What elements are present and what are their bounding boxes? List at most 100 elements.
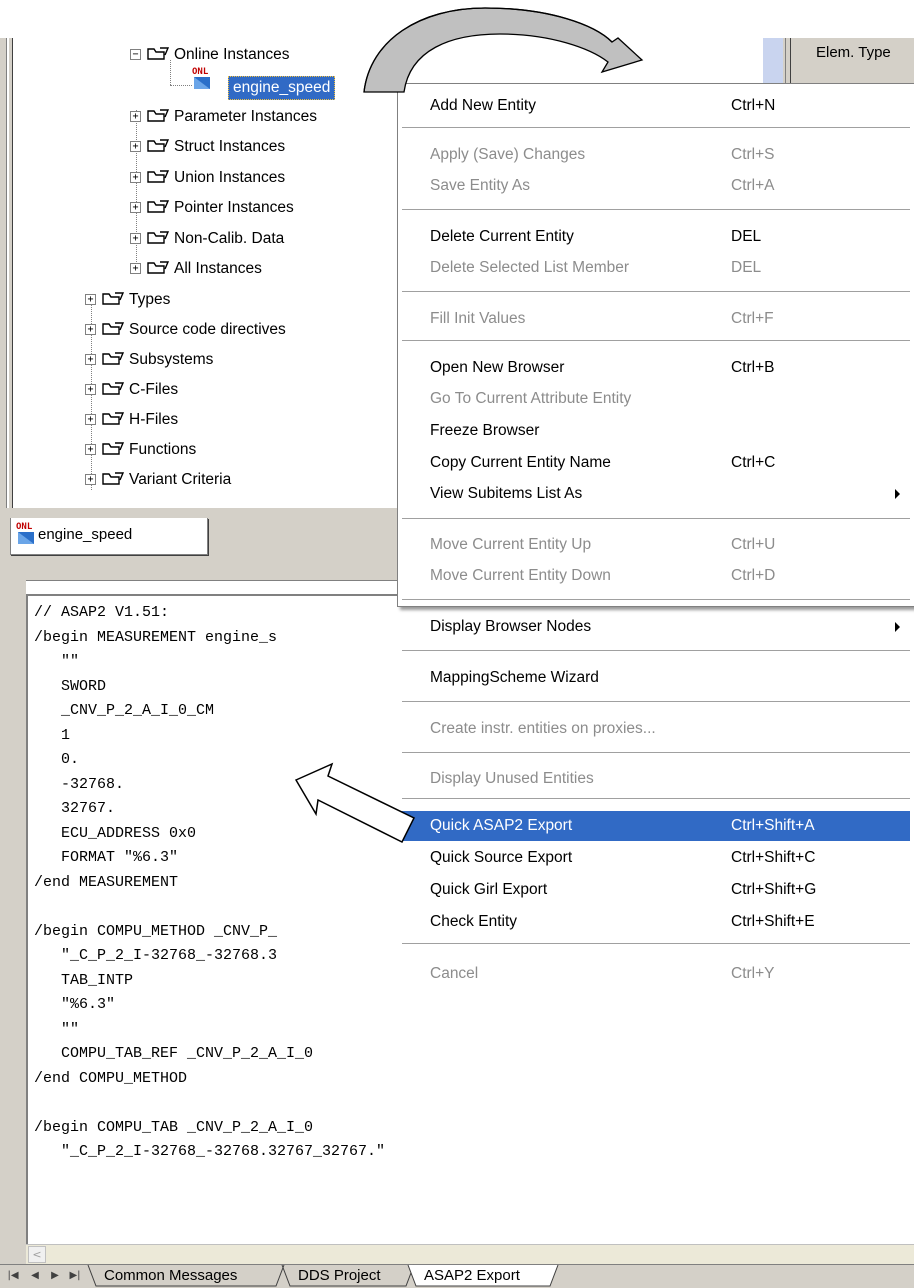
last-tab-icon[interactable]: ▶| — [68, 1268, 82, 1283]
expand-icon[interactable]: + — [85, 414, 96, 425]
tree-node-label: Non-Calib. Data — [174, 230, 285, 247]
class-folder-icon — [102, 382, 125, 395]
menu-item-shortcut: Ctrl+C — [731, 454, 776, 471]
expand-icon[interactable]: + — [130, 233, 141, 244]
menu-separator — [402, 209, 910, 210]
menu-item-shortcut: Ctrl+D — [731, 567, 776, 584]
menu-separator — [402, 650, 910, 651]
class-folder-icon — [147, 261, 170, 274]
code-line: 32767. — [34, 800, 116, 817]
expand-icon[interactable]: + — [130, 111, 141, 122]
menu-item-label: Display Browser Nodes — [430, 618, 592, 635]
expand-icon[interactable]: + — [85, 384, 96, 395]
menu-item-freeze-browser[interactable]: Freeze Browser — [400, 416, 910, 446]
splitter[interactable] — [0, 568, 400, 581]
tab-dds-project[interactable]: DDS Project — [298, 1266, 381, 1285]
menu-item-shortcut: Ctrl+F — [731, 310, 774, 327]
tree-node-struct-instances[interactable]: + Struct Instances — [130, 135, 400, 159]
menu-item-display-unused-entities: Display Unused Entities — [400, 764, 910, 794]
menu-item-display-browser-nodes[interactable]: Display Browser Nodes — [400, 612, 910, 642]
collapse-icon[interactable]: − — [130, 49, 141, 60]
class-folder-icon — [147, 139, 170, 152]
expand-icon[interactable]: + — [85, 474, 96, 485]
menu-item-fill-init-values: Fill Init Values Ctrl+F — [400, 304, 910, 334]
expand-icon[interactable]: + — [130, 263, 141, 274]
code-line: ECU_ADDRESS 0x0 — [34, 824, 197, 842]
first-tab-icon[interactable]: |◀ — [6, 1268, 20, 1283]
curved-arrow-icon — [363, 7, 644, 93]
tree-node-label: Struct Instances — [174, 138, 286, 155]
menu-item-check-entity[interactable]: Check Entity Ctrl+Shift+E — [400, 907, 910, 937]
code-line: /end COMPU_METHOD — [34, 1069, 188, 1087]
tree-node-non-calib-data[interactable]: + Non-Calib. Data — [130, 227, 400, 251]
tree-node-h-files[interactable]: + H-Files — [85, 408, 400, 432]
menu-separator — [402, 599, 910, 600]
menu-item-shortcut: Ctrl+N — [731, 97, 776, 114]
code-line: /begin COMPU_METHOD _CNV_P_ — [34, 922, 278, 940]
menu-item-label: MappingScheme Wizard — [430, 669, 599, 686]
tree-node-c-files[interactable]: + C-Files — [85, 378, 400, 402]
tree-node-types[interactable]: + Types — [85, 288, 400, 312]
expand-icon[interactable]: + — [130, 202, 141, 213]
code-line: -32768. — [34, 775, 125, 793]
tree-left-border-inner — [9, 38, 13, 508]
menu-item-copy-current-entity-name[interactable]: Copy Current Entity Name Ctrl+C — [400, 448, 910, 478]
tree-node-engine-speed[interactable]: engine_speed — [228, 76, 336, 100]
class-folder-icon — [102, 322, 125, 335]
menu-item-quick-girl-export[interactable]: Quick Girl Export Ctrl+Shift+G — [400, 875, 910, 905]
expand-icon[interactable]: + — [85, 324, 96, 335]
code-line: TAB_INTP — [34, 971, 134, 989]
menu-item-label: Create instr. entities on proxies... — [430, 720, 656, 737]
class-folder-icon — [147, 231, 170, 244]
code-line: SWORD — [34, 677, 107, 695]
menu-item-view-subitems-list-as[interactable]: View Subitems List As — [400, 479, 910, 509]
tab-asap2-export[interactable]: ASAP2 Export — [424, 1266, 520, 1285]
menu-item-quick-asap2-export[interactable]: Quick ASAP2 Export Ctrl+Shift+A — [400, 811, 910, 841]
next-tab-icon[interactable]: ▶ — [48, 1268, 62, 1283]
menu-item-open-new-browser[interactable]: Open New Browser Ctrl+B — [400, 353, 910, 383]
code-line: 1 — [34, 726, 71, 744]
tree-node-label: Types — [129, 291, 171, 308]
scroll-left-button[interactable]: < — [28, 1246, 46, 1263]
tree-node-variant-criteria[interactable]: + Variant Criteria — [85, 468, 400, 492]
menu-item-quick-source-export[interactable]: Quick Source Export Ctrl+Shift+C — [400, 843, 910, 873]
menu-item-label: Quick Source Export — [430, 849, 573, 866]
expand-icon[interactable]: + — [130, 141, 141, 152]
tree-node-union-instances[interactable]: + Union Instances — [130, 166, 400, 190]
horizontal-scrollbar[interactable] — [26, 1244, 914, 1264]
menu-separator — [402, 752, 910, 753]
menu-separator — [402, 340, 910, 341]
expand-icon[interactable]: + — [130, 172, 141, 183]
expand-icon[interactable]: + — [85, 294, 96, 305]
tree-node-all-instances[interactable]: + All Instances — [130, 257, 400, 281]
online-instance-icon: ONL — [190, 67, 214, 91]
menu-item-shortcut: Ctrl+S — [731, 146, 775, 163]
tree-node-parameter-instances[interactable]: + Parameter Instances — [130, 105, 400, 129]
menu-item-shortcut: Ctrl+A — [731, 177, 775, 194]
submenu-arrow-icon — [895, 489, 900, 499]
tree-node-source-code-directives[interactable]: + Source code directives — [85, 318, 400, 342]
prev-tab-icon[interactable]: ◀ — [28, 1268, 42, 1283]
menu-item-delete-current-entity[interactable]: Delete Current Entity DEL — [400, 222, 910, 252]
code-line: /begin MEASUREMENT engine_s — [34, 628, 278, 646]
menu-item-label: Delete Current Entity — [430, 228, 574, 245]
elem-type-label: Elem. Type — [816, 44, 891, 61]
tab-label: engine_speed — [38, 526, 133, 543]
code-line: /end MEASUREMENT — [34, 873, 179, 891]
tree-node-pointer-instances[interactable]: + Pointer Instances — [130, 196, 400, 220]
expand-icon[interactable]: + — [85, 354, 96, 365]
expand-icon[interactable]: + — [85, 444, 96, 455]
tree-left-border — [0, 38, 7, 518]
tree-node-functions[interactable]: + Functions — [85, 438, 400, 462]
menu-item-shortcut: Ctrl+Shift+G — [731, 881, 817, 898]
menu-separator — [402, 291, 910, 292]
tree-node-label: Functions — [129, 441, 197, 458]
code-line: "" — [34, 653, 80, 670]
tab-common-messages[interactable]: Common Messages — [104, 1266, 237, 1285]
menu-item-label: Open New Browser — [430, 359, 565, 376]
menu-item-label: Apply (Save) Changes — [430, 146, 586, 163]
menu-item-save-entity-as: Save Entity As Ctrl+A — [400, 171, 910, 201]
tree-node-subsystems[interactable]: + Subsystems — [85, 348, 400, 372]
menu-item-mappingscheme-wizard[interactable]: MappingScheme Wizard — [400, 663, 910, 693]
menu-item-label: Cancel — [430, 965, 479, 982]
